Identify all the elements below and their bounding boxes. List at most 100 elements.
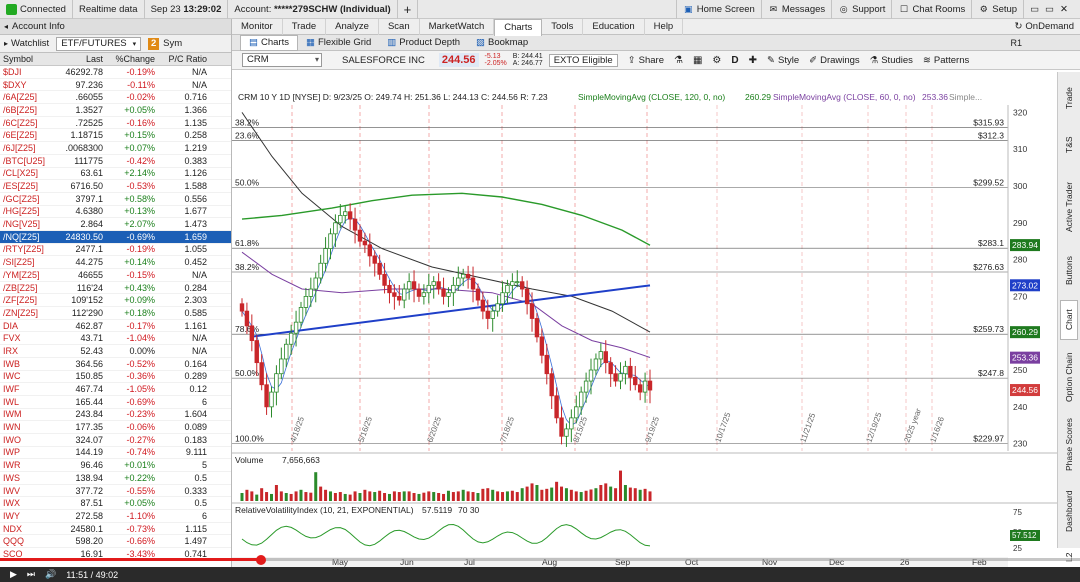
row-symbol[interactable]: /ZF[Z25] xyxy=(0,295,60,305)
support-button[interactable]: ◎ Support xyxy=(831,0,891,19)
menu-education[interactable]: Education xyxy=(583,18,645,35)
video-progress-track[interactable] xyxy=(261,558,1080,561)
ondemand-button[interactable]: ↻ OnDemand xyxy=(1014,21,1080,32)
row-symbol[interactable]: IWY xyxy=(0,511,60,521)
vtab-option-chain[interactable]: Option Chain xyxy=(1060,346,1078,408)
messages-button[interactable]: ✉ Messages xyxy=(760,0,831,19)
menu-trade[interactable]: Trade xyxy=(283,18,327,35)
watchlist-row[interactable]: IWV 377.72 -0.55% 0.333 xyxy=(0,485,231,498)
subtab-bookmap[interactable]: ▧ Bookmap xyxy=(468,35,536,51)
watchlist-row[interactable]: /RTY[Z25] 2477.1 -0.19% 1.055 xyxy=(0,244,231,257)
row-symbol[interactable]: IWO xyxy=(0,435,60,445)
watchlist-row[interactable]: /6C[Z25] .72525 -0.16% 1.135 xyxy=(0,117,231,130)
chart-area[interactable]: 38.2% $315.93 23.6% $312.3 50.0% $299.52 61.8%… xyxy=(232,91,1080,567)
row-symbol[interactable]: IWB xyxy=(0,359,60,369)
studies-button[interactable]: ⚗ Studies xyxy=(870,55,913,66)
row-symbol[interactable]: IWS xyxy=(0,473,60,483)
row-symbol[interactable]: $DJI xyxy=(0,67,60,77)
row-symbol[interactable]: IWR xyxy=(0,460,60,470)
share-button[interactable]: ⇪ Share xyxy=(628,55,664,66)
row-symbol[interactable]: IWC xyxy=(0,371,60,381)
row-symbol[interactable]: /HG[Z25] xyxy=(0,206,60,216)
vtab-chart[interactable]: Chart xyxy=(1060,300,1078,340)
row-symbol[interactable]: /NG[V25] xyxy=(0,219,60,229)
watchlist-row[interactable]: /6J[Z25] .0068300 +0.07% 1.219 xyxy=(0,142,231,155)
menu-help[interactable]: Help xyxy=(645,18,684,35)
link-badge[interactable]: 2 xyxy=(148,37,160,50)
patterns-button[interactable]: ≋ Patterns xyxy=(923,55,969,66)
row-symbol[interactable]: IWN xyxy=(0,422,60,432)
watchlist-row[interactable]: /ZN[Z25] 112'290 +0.18% 0.585 xyxy=(0,307,231,320)
watchlist-row[interactable]: DIA 462.87 -0.17% 1.161 xyxy=(0,320,231,333)
row-symbol[interactable]: /GC[Z25] xyxy=(0,194,60,204)
chat-rooms-button[interactable]: ☐ Chat Rooms xyxy=(891,0,971,19)
menu-marketwatch[interactable]: MarketWatch xyxy=(420,18,495,35)
watchlist-row[interactable]: /ES[Z25] 6716.50 -0.53% 1.588 xyxy=(0,180,231,193)
watchlist-row[interactable]: /BTC[U25] 111775 -0.42% 0.383 xyxy=(0,155,231,168)
menu-scan[interactable]: Scan xyxy=(379,18,420,35)
watchlist-row[interactable]: /ZF[Z25] 109'152 +0.09% 2.303 xyxy=(0,294,231,308)
watchlist-row[interactable]: IRX 52.43 0.00% N/A xyxy=(0,345,231,358)
watchlist-row[interactable]: /6B[Z25] 1.3527 +0.05% 1.366 xyxy=(0,104,231,117)
watchlist-row[interactable]: /ZB[Z25] 116'24 +0.43% 0.284 xyxy=(0,282,231,295)
setup-button[interactable]: ⚙ Setup xyxy=(971,0,1023,19)
home-screen-button[interactable]: ▣ Home Screen xyxy=(675,0,761,19)
row-symbol[interactable]: FVX xyxy=(0,333,60,343)
watchlist-row[interactable]: IWP 144.19 -0.74% 9.111 xyxy=(0,447,231,460)
watchlist-row[interactable]: IWS 138.94 +0.22% 0.5 xyxy=(0,472,231,485)
subtab-flexible-grid[interactable]: ▦ Flexible Grid xyxy=(298,35,379,51)
price-chart[interactable]: 38.2% $315.9323.6% $312.350.0% $299.5261.8%… xyxy=(232,91,1080,567)
watchlist-row[interactable]: /6E[Z25] 1.18715 +0.15% 0.258 xyxy=(0,129,231,143)
row-symbol[interactable]: IWM xyxy=(0,409,60,419)
subtab-charts[interactable]: ▤ Charts xyxy=(240,34,298,51)
menu-analyze[interactable]: Analyze xyxy=(326,18,379,35)
watchlist-row[interactable]: IWO 324.07 -0.27% 0.183 xyxy=(0,434,231,447)
window-controls[interactable]: ▭▭✕ xyxy=(1023,0,1080,19)
row-symbol[interactable]: /NQ[Z25] xyxy=(0,232,60,242)
crosshair-icon[interactable]: ✚ xyxy=(749,55,757,66)
menu-charts[interactable]: Charts xyxy=(494,18,543,36)
row-symbol[interactable]: /6A[Z25] xyxy=(0,92,60,102)
row-symbol[interactable]: IWX xyxy=(0,498,60,508)
row-symbol[interactable]: /6E[Z25] xyxy=(0,130,60,140)
watchlist-row[interactable]: /SI[Z25] 44.275 +0.14% 0.452 xyxy=(0,256,231,269)
style-button[interactable]: ✎ Style xyxy=(767,55,799,66)
watchlist-row[interactable]: IWY 272.58 -1.10% 6 xyxy=(0,510,231,523)
row-symbol[interactable]: /BTC[U25] xyxy=(0,156,60,166)
vtab-buttons[interactable]: Buttons xyxy=(1060,248,1078,294)
vtab-l2[interactable]: L2 xyxy=(1060,546,1078,568)
account-selector[interactable]: Account: *****279SCHW (Individual) xyxy=(228,0,398,19)
menu-monitor[interactable]: Monitor xyxy=(232,18,283,35)
watchlist-row[interactable]: IWM 243.84 -0.23% 1.604 xyxy=(0,409,231,422)
row-symbol[interactable]: $DXY xyxy=(0,80,60,90)
watchlist-tab[interactable]: ▸ Watchlist xyxy=(0,35,53,53)
watchlist-row[interactable]: NDX 24580.1 -0.73% 1.115 xyxy=(0,523,231,536)
watchlist-row[interactable]: IWB 364.56 -0.52% 0.164 xyxy=(0,358,231,371)
flask-icon[interactable]: ⚗ xyxy=(674,55,683,66)
row-symbol[interactable]: IWL xyxy=(0,397,60,407)
vtab-phase-scores[interactable]: Phase Scores xyxy=(1060,414,1078,476)
volume-icon[interactable]: 🔊 xyxy=(45,569,56,580)
header-change[interactable]: %Change xyxy=(106,54,158,64)
row-symbol[interactable]: /6J[Z25] xyxy=(0,143,60,153)
watchlist-row[interactable]: IWC 150.85 -0.36% 0.289 xyxy=(0,371,231,384)
row-symbol[interactable]: IWV xyxy=(0,486,60,496)
watchlist-row[interactable]: /6A[Z25] .66055 -0.02% 0.716 xyxy=(0,91,231,105)
video-scrubber[interactable] xyxy=(256,555,266,565)
period-button[interactable]: D xyxy=(731,55,738,66)
row-symbol[interactable]: /6B[Z25] xyxy=(0,105,60,115)
watchlist-row[interactable]: $DXY 97.236 -0.11% N/A xyxy=(0,79,231,92)
row-symbol[interactable]: QQQ xyxy=(0,536,60,546)
vtab-t-s[interactable]: T&S xyxy=(1060,124,1078,166)
menu-tools[interactable]: Tools xyxy=(542,18,584,35)
row-symbol[interactable]: /RTY[Z25] xyxy=(0,244,60,254)
symbol-input[interactable]: CRM xyxy=(242,53,322,67)
row-symbol[interactable]: IWF xyxy=(0,384,60,394)
row-symbol[interactable]: /YM[Z25] xyxy=(0,270,60,280)
watchlist-row[interactable]: /GC[Z25] 3797.1 +0.58% 0.556 xyxy=(0,193,231,206)
row-symbol[interactable]: /SI[Z25] xyxy=(0,257,60,267)
account-info-header[interactable]: ◂ Account Info xyxy=(0,19,231,35)
watchlist-row[interactable]: IWX 87.51 +0.05% 0.5 xyxy=(0,497,231,511)
row-symbol[interactable]: IWP xyxy=(0,447,60,457)
watchlist-row[interactable]: /NQ[Z25] 24830.50 -0.69% 1.659 xyxy=(0,230,231,244)
